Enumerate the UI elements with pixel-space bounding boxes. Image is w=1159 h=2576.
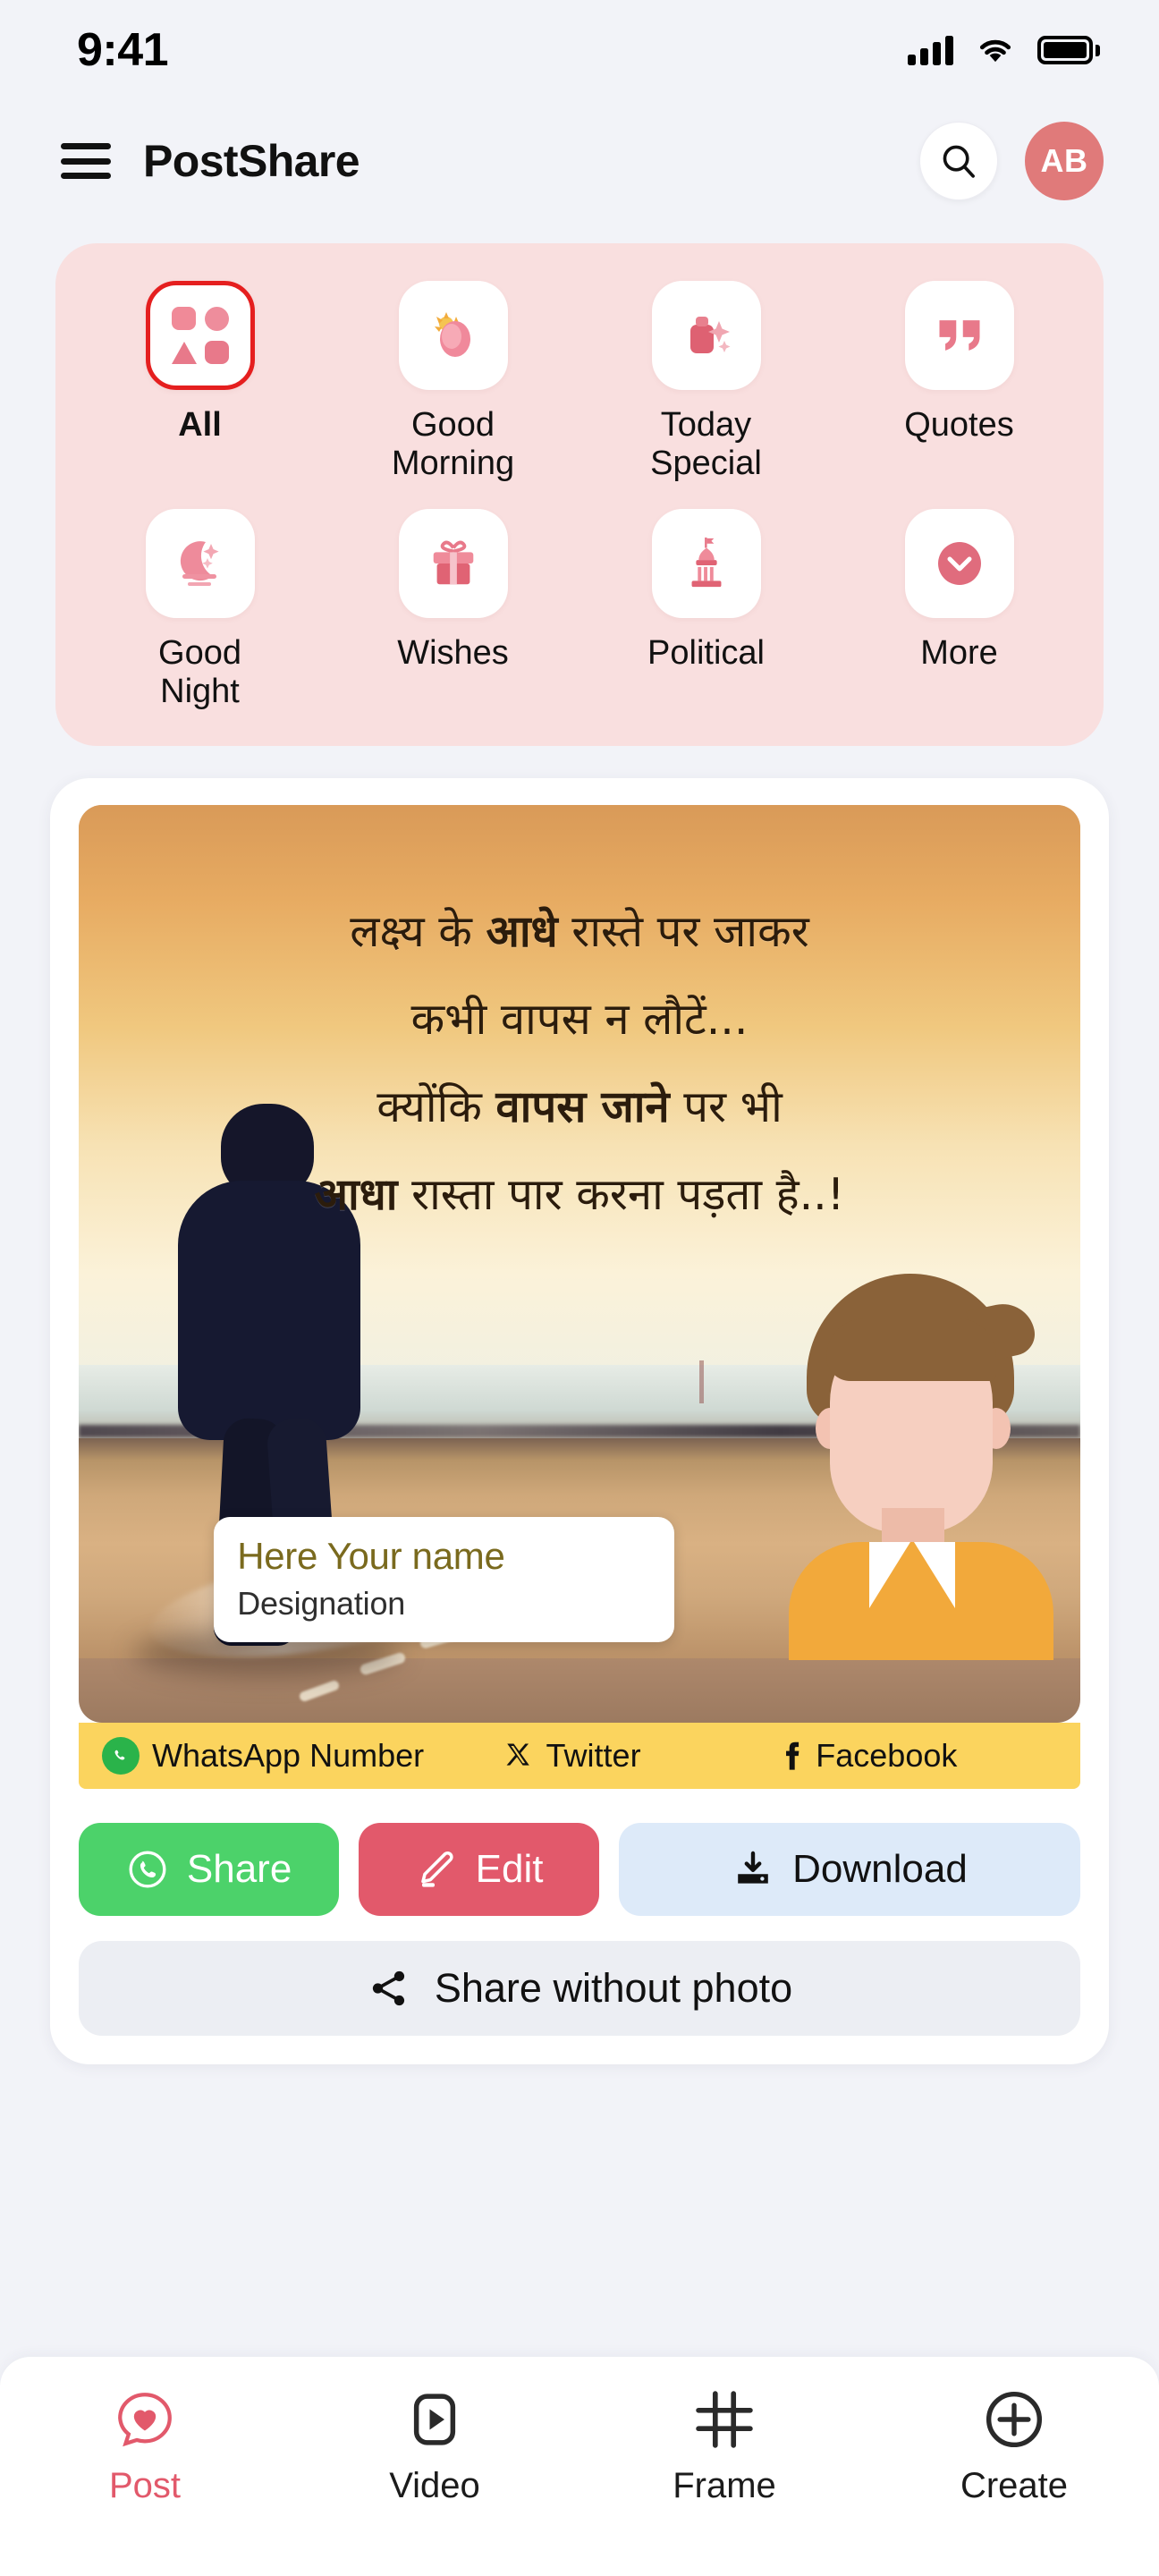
poster-preview[interactable]: लक्ष्य के आधे रास्ते पर जाकर कभी वापस न ल… <box>79 805 1080 1724</box>
chevron-down-circle-icon <box>937 542 981 586</box>
category-item-today-special[interactable]: Today Special <box>580 281 833 482</box>
nav-item-create[interactable]: Create <box>869 2387 1159 2506</box>
category-tile <box>398 509 508 619</box>
category-tile <box>904 509 1014 619</box>
category-tile <box>651 509 761 619</box>
share-without-photo-label: Share without photo <box>434 1965 793 2012</box>
category-item-good-night[interactable]: Good Night <box>73 509 326 710</box>
category-item-political[interactable]: Political <box>580 509 833 710</box>
category-label: Today Special <box>650 406 762 482</box>
download-icon <box>738 1851 768 1884</box>
wifi-icon <box>979 39 1011 63</box>
category-item-wishes[interactable]: Wishes <box>326 509 580 710</box>
social-whatsapp: WhatsApp Number <box>102 1737 503 1775</box>
download-button-label: Download <box>792 1847 968 1892</box>
hamburger-menu-icon[interactable] <box>61 143 111 179</box>
video-play-icon <box>402 2387 467 2452</box>
avatar[interactable]: AB <box>1025 122 1104 200</box>
category-panel: All Good Morning Today Special Quotes Go… <box>55 243 1104 747</box>
search-icon <box>943 145 975 178</box>
capitol-building-icon <box>691 538 721 588</box>
category-item-good-morning[interactable]: Good Morning <box>326 281 580 482</box>
cartoon-avatar-illustration <box>783 1274 1061 1661</box>
road-marking <box>298 1679 341 1703</box>
utility-pole-icon <box>699 1360 705 1403</box>
gift-box-icon <box>433 540 473 585</box>
quote-line: आधा रास्ता पार करना पड़ता है..! <box>314 1169 845 1220</box>
bottom-navigation: Post Video Frame Create <box>0 2356 1159 2576</box>
social-label: Facebook <box>816 1737 958 1775</box>
nav-label: Post <box>108 2466 182 2505</box>
category-tile <box>145 281 255 390</box>
moon-stars-icon <box>180 541 219 587</box>
download-button[interactable]: Download <box>618 1823 1080 1917</box>
category-label: Quotes <box>904 406 1014 444</box>
category-tile <box>398 281 508 390</box>
share-button-label: Share <box>186 1847 292 1892</box>
category-label: Wishes <box>397 634 509 673</box>
share-nodes-icon <box>372 1971 404 2006</box>
frame-crop-icon <box>692 2387 757 2452</box>
edit-button[interactable]: Edit <box>359 1823 599 1917</box>
x-twitter-icon <box>506 1743 529 1766</box>
category-item-all[interactable]: All <box>73 281 326 482</box>
nav-label: Video <box>389 2466 480 2505</box>
nav-label: Frame <box>673 2466 776 2505</box>
quote-line: क्योंकि वापस जाने पर भी <box>376 1081 783 1133</box>
whatsapp-icon <box>102 1737 140 1775</box>
status-time: 9:41 <box>77 24 169 76</box>
category-label: Good Morning <box>391 406 515 482</box>
plus-circle-icon <box>982 2387 1046 2452</box>
grid-shapes-icon <box>171 307 229 364</box>
category-tile <box>651 281 761 390</box>
gift-sparkle-icon <box>689 317 730 353</box>
share-without-photo-button[interactable]: Share without photo <box>79 1941 1080 2037</box>
quote-line: कभी वापस न लौटें... <box>410 994 749 1046</box>
sunrise-flower-icon <box>434 312 470 357</box>
facebook-icon <box>786 1741 799 1770</box>
category-label: More <box>920 634 998 673</box>
status-bar: 9:41 <box>0 0 1159 100</box>
share-button[interactable]: Share <box>79 1823 340 1917</box>
post-card: लक्ष्य के आधे रास्ते पर जाकर कभी वापस न ल… <box>50 778 1109 2065</box>
category-grid: All Good Morning Today Special Quotes Go… <box>73 281 1086 710</box>
poster-quote-text: लक्ष्य के आधे रास्ते पर जाकर कभी वापस न ल… <box>148 898 1010 1249</box>
nav-item-video[interactable]: Video <box>290 2387 580 2506</box>
poster-name-card[interactable]: Here Your name Designation <box>214 1516 675 1642</box>
nav-label: Create <box>960 2466 1069 2505</box>
page-title: PostShare <box>143 136 360 186</box>
category-label: Good Night <box>158 634 241 710</box>
heart-post-icon <box>113 2387 177 2452</box>
poster-designation: Designation <box>237 1584 406 1622</box>
cellular-signal-icon <box>908 35 953 65</box>
status-icons <box>908 35 1100 65</box>
poster-actions: Share Edit Download <box>79 1823 1080 1917</box>
category-label: All <box>178 406 222 444</box>
social-label: Twitter <box>546 1737 641 1775</box>
poster-social-bar: WhatsApp Number Twitter Facebook <box>79 1723 1080 1790</box>
quote-line: लक्ष्य के आधे रास्ते पर जाकर <box>350 906 809 958</box>
nav-item-post[interactable]: Post <box>0 2387 290 2506</box>
category-tile <box>904 281 1014 390</box>
pencil-edit-icon <box>420 1852 453 1887</box>
search-button[interactable] <box>919 122 998 200</box>
poster-name: Here Your name <box>237 1534 505 1577</box>
social-facebook: Facebook <box>780 1737 1057 1775</box>
battery-full-icon <box>1037 36 1100 64</box>
whatsapp-icon <box>129 1851 166 1888</box>
nav-item-frame[interactable]: Frame <box>580 2387 869 2506</box>
social-label: WhatsApp Number <box>152 1737 425 1775</box>
category-item-quotes[interactable]: Quotes <box>833 281 1086 482</box>
category-item-more[interactable]: More <box>833 509 1086 710</box>
app-screen: 9:41 PostShare AB All Good Morning Today… <box>0 0 1159 2576</box>
edit-button-label: Edit <box>475 1847 544 1892</box>
app-header: PostShare AB <box>0 100 1159 222</box>
social-twitter: Twitter <box>503 1737 781 1775</box>
category-tile <box>145 509 255 619</box>
category-label: Political <box>647 634 765 673</box>
quotation-marks-icon <box>939 320 979 351</box>
